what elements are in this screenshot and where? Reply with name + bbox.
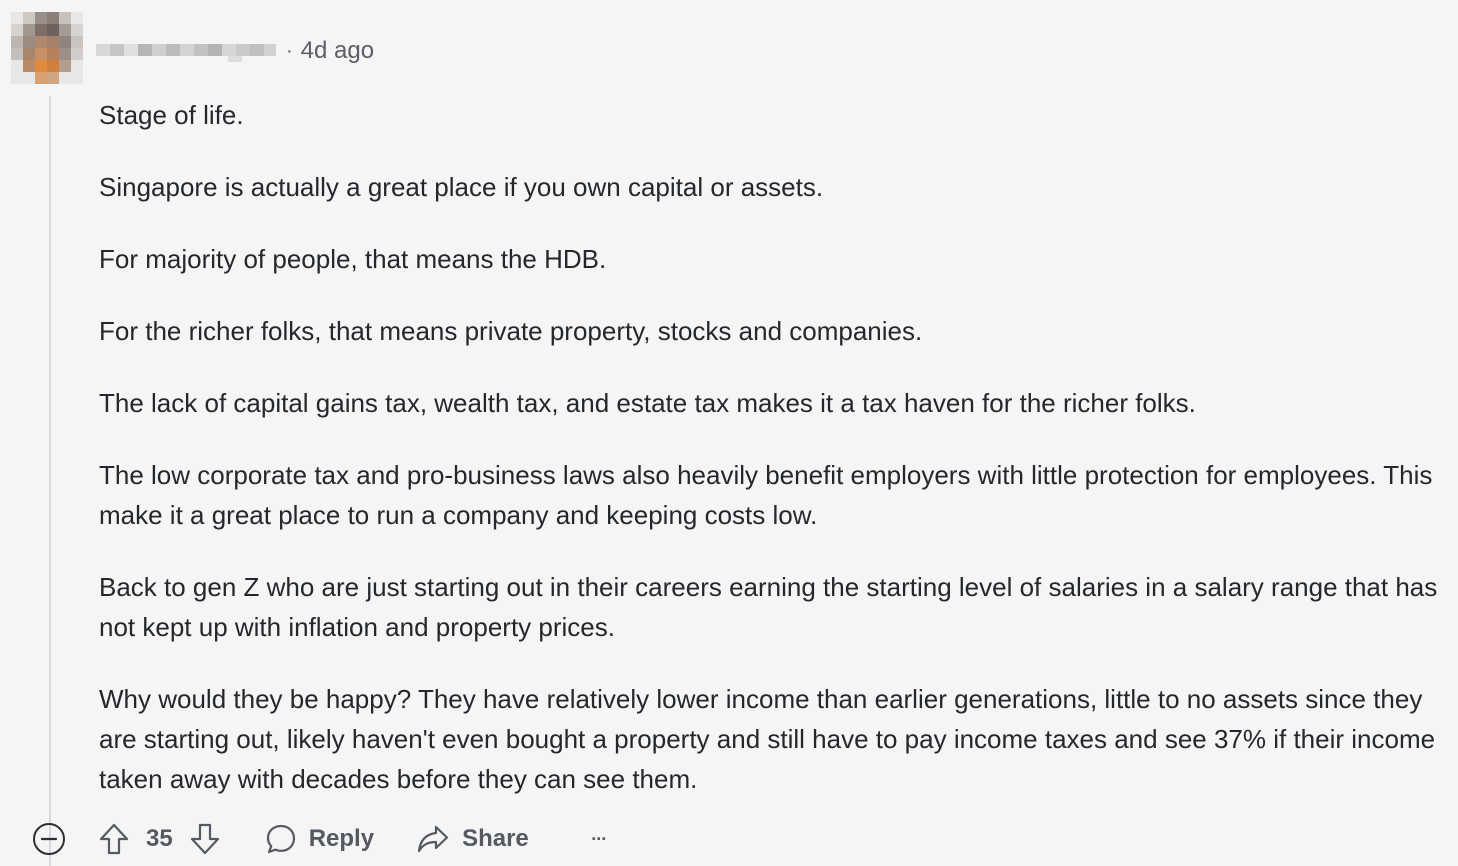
share-button[interactable]: Share — [416, 823, 529, 855]
pixelated-avatar-image — [11, 12, 83, 84]
vote-count: 35 — [146, 825, 173, 852]
meta-separator: · — [286, 39, 293, 62]
thread-line[interactable] — [49, 96, 51, 866]
comment-paragraph: The low corporate tax and pro-business l… — [99, 460, 1433, 530]
speech-bubble-icon — [266, 824, 295, 854]
collapse-thread-button[interactable] — [32, 822, 66, 856]
more-options-button[interactable]: ··· — [581, 821, 617, 857]
comment-action-bar: 35 Reply Share ··· — [32, 818, 617, 860]
share-arrow-icon — [417, 825, 449, 853]
username-redacted[interactable] — [96, 38, 276, 64]
comment-paragraph: Back to gen Z who are just starting out … — [99, 572, 1438, 642]
comment-paragraph: The lack of capital gains tax, wealth ta… — [99, 388, 1196, 418]
comment-paragraph: Stage of life. — [99, 100, 244, 130]
reply-label: Reply — [308, 825, 375, 852]
ellipsis-icon: ··· — [591, 828, 607, 849]
share-label: Share — [462, 825, 529, 852]
comment: · 4d ago Stage of life. Singapore is act… — [0, 0, 1458, 866]
arrow-up-icon — [99, 823, 129, 855]
comment-body: Stage of life. Singapore is actually a g… — [99, 95, 1444, 831]
arrow-down-icon — [190, 823, 219, 855]
timestamp[interactable]: 4d ago — [301, 37, 374, 65]
upvote-button[interactable] — [96, 821, 132, 857]
comment-meta: · 4d ago — [96, 36, 374, 66]
comment-paragraph: For majority of people, that means the H… — [99, 244, 607, 274]
reply-button[interactable]: Reply — [265, 823, 374, 855]
minus-circle-icon — [33, 823, 65, 855]
comment-paragraph: Singapore is actually a great place if y… — [99, 172, 824, 202]
comment-paragraph: Why would they be happy? They have relat… — [99, 684, 1436, 794]
vote-group: 35 — [96, 821, 223, 857]
avatar[interactable] — [11, 12, 83, 84]
comment-paragraph: For the richer folks, that means private… — [99, 316, 923, 346]
downvote-button[interactable] — [187, 821, 223, 857]
